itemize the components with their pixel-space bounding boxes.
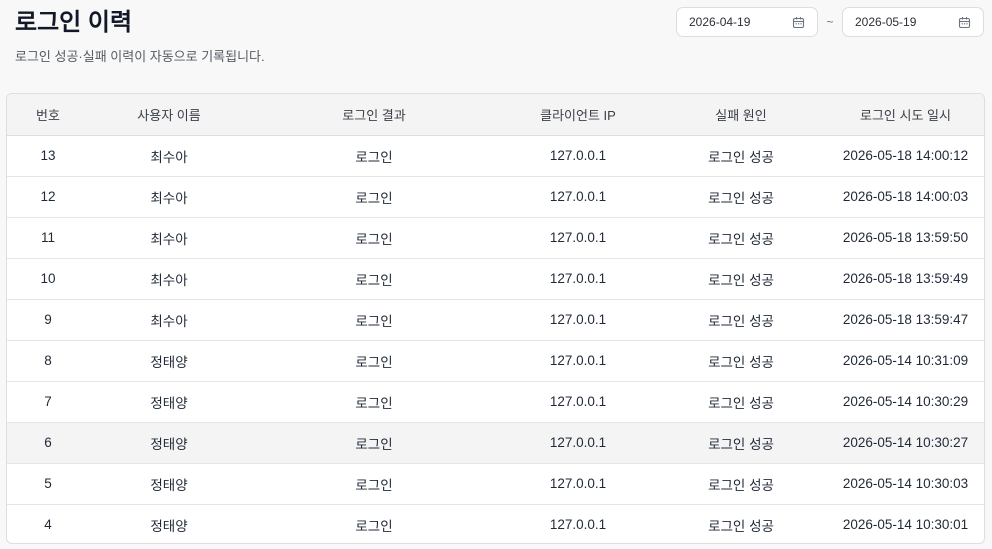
cell-login-result: 로그인 <box>249 257 499 299</box>
cell-failure-reason: 로그인 성공 <box>657 298 825 340</box>
cell-client-ip: 127.0.0.1 <box>499 339 657 381</box>
table-row[interactable]: 8 정태양 로그인 127.0.0.1 로그인 성공 2026-05-14 10… <box>7 339 984 381</box>
table-header: 번호 사용자 이름 로그인 결과 클라이언트 IP 실패 원인 로그인 시도 일… <box>7 94 984 136</box>
end-date-input[interactable]: 2026-05-19 <box>842 7 984 37</box>
cell-client-ip: 127.0.0.1 <box>499 257 657 299</box>
cell-failure-reason: 로그인 성공 <box>657 257 825 299</box>
cell-user-name: 최수아 <box>89 175 249 217</box>
table-row[interactable]: 7 정태양 로그인 127.0.0.1 로그인 성공 2026-05-14 10… <box>7 380 984 422</box>
calendar-icon[interactable] <box>958 16 971 29</box>
cell-failure-reason: 로그인 성공 <box>657 462 825 504</box>
cell-number: 12 <box>7 175 89 217</box>
cell-login-time: 2026-05-18 13:59:49 <box>825 257 984 299</box>
cell-user-name: 정태양 <box>89 462 249 504</box>
cell-login-result: 로그인 <box>249 380 499 422</box>
login-history-table: 번호 사용자 이름 로그인 결과 클라이언트 IP 실패 원인 로그인 시도 일… <box>7 94 984 543</box>
column-header-failure-reason[interactable]: 실패 원인 <box>657 94 825 136</box>
cell-number: 9 <box>7 298 89 340</box>
cell-login-result: 로그인 <box>249 216 499 258</box>
column-header-client-ip[interactable]: 클라이언트 IP <box>499 94 657 136</box>
cell-number: 6 <box>7 421 89 463</box>
cell-client-ip: 127.0.0.1 <box>499 175 657 217</box>
login-history-page: 로그인 이력 로그인 성공·실패 이력이 자동으로 기록됩니다. 2026-04… <box>0 0 992 549</box>
table-row[interactable]: 11 최수아 로그인 127.0.0.1 로그인 성공 2026-05-18 1… <box>7 216 984 258</box>
start-date-input[interactable]: 2026-04-19 <box>676 7 818 37</box>
login-history-table-card: 번호 사용자 이름 로그인 결과 클라이언트 IP 실패 원인 로그인 시도 일… <box>6 93 985 544</box>
cell-failure-reason: 로그인 성공 <box>657 175 825 217</box>
cell-login-time: 2026-05-18 14:00:03 <box>825 175 984 217</box>
cell-client-ip: 127.0.0.1 <box>499 380 657 422</box>
cell-number: 5 <box>7 462 89 504</box>
cell-login-time: 2026-05-14 10:31:09 <box>825 339 984 381</box>
cell-user-name: 정태양 <box>89 380 249 422</box>
cell-client-ip: 127.0.0.1 <box>499 421 657 463</box>
cell-failure-reason: 로그인 성공 <box>657 503 825 543</box>
table-row[interactable]: 12 최수아 로그인 127.0.0.1 로그인 성공 2026-05-18 1… <box>7 175 984 217</box>
cell-failure-reason: 로그인 성공 <box>708 149 774 165</box>
table-row[interactable]: 9 최수아 로그인 127.0.0.1 로그인 성공 2026-05-18 13… <box>7 298 984 340</box>
column-header-user-name[interactable]: 사용자 이름 <box>89 94 249 136</box>
cell-login-result: 로그인 <box>249 339 499 381</box>
cell-number: 10 <box>7 257 89 299</box>
cell-number: 8 <box>7 339 89 381</box>
table-row[interactable]: 10 최수아 로그인 127.0.0.1 로그인 성공 2026-05-18 1… <box>7 257 984 299</box>
date-range-filter: 2026-04-19 ~ 2026-05-19 <box>676 7 984 37</box>
cell-number: 7 <box>7 380 89 422</box>
table-header-row: 번호 사용자 이름 로그인 결과 클라이언트 IP 실패 원인 로그인 시도 일… <box>7 94 984 136</box>
cell-failure-reason: 로그인 성공 <box>657 380 825 422</box>
cell-login-time: 2026-05-14 10:30:27 <box>825 421 984 463</box>
cell-login-time: 2026-05-14 10:30:03 <box>825 462 984 504</box>
cell-client-ip: 127.0.0.1 <box>549 148 607 163</box>
cell-user-name: 최수아 <box>89 257 249 299</box>
calendar-icon[interactable] <box>792 16 805 29</box>
table-row[interactable]: 4 정태양 로그인 127.0.0.1 로그인 성공 2026-05-14 10… <box>7 503 984 543</box>
cell-user-name: 최수아 <box>150 149 188 165</box>
cell-number: 13 <box>40 148 56 163</box>
cell-client-ip: 127.0.0.1 <box>499 216 657 258</box>
start-date-value: 2026-04-19 <box>689 15 751 29</box>
table-body: 13 최수아 로그인 127.0.0.1 로그인 성공 2026-05-18 1… <box>7 135 984 543</box>
cell-login-time: 2026-05-14 10:30:01 <box>825 503 984 543</box>
column-header-login-time[interactable]: 로그인 시도 일시 <box>825 94 984 136</box>
cell-failure-reason: 로그인 성공 <box>657 216 825 258</box>
cell-user-name: 정태양 <box>89 503 249 543</box>
cell-login-result: 로그인 <box>249 298 499 340</box>
cell-number: 11 <box>7 216 89 258</box>
cell-login-time: 2026-05-18 14:00:12 <box>842 148 969 163</box>
end-date-value: 2026-05-19 <box>855 15 917 29</box>
table-row[interactable]: 6 정태양 로그인 127.0.0.1 로그인 성공 2026-05-14 10… <box>7 421 984 463</box>
cell-user-name: 정태양 <box>89 339 249 381</box>
cell-user-name: 최수아 <box>89 298 249 340</box>
cell-user-name: 최수아 <box>89 216 249 258</box>
page-title: 로그인 이력 <box>15 9 133 36</box>
cell-failure-reason: 로그인 성공 <box>657 421 825 463</box>
cell-login-result: 로그인 <box>249 175 499 217</box>
cell-login-result: 로그인 <box>249 421 499 463</box>
date-range-separator: ~ <box>826 15 834 29</box>
cell-login-time: 2026-05-18 13:59:50 <box>825 216 984 258</box>
cell-client-ip: 127.0.0.1 <box>499 503 657 543</box>
cell-user-name: 정태양 <box>89 421 249 463</box>
page-subtitle: 로그인 성공·실패 이력이 자동으로 기록됩니다. <box>15 49 265 64</box>
cell-login-result: 로그인 <box>249 462 499 504</box>
column-header-login-result[interactable]: 로그인 결과 <box>249 94 499 136</box>
cell-login-time: 2026-05-18 13:59:47 <box>825 298 984 340</box>
cell-login-result: 로그인 <box>355 149 393 165</box>
cell-client-ip: 127.0.0.1 <box>499 298 657 340</box>
cell-failure-reason: 로그인 성공 <box>657 339 825 381</box>
cell-login-time: 2026-05-14 10:30:29 <box>825 380 984 422</box>
cell-login-result: 로그인 <box>249 503 499 543</box>
table-row[interactable]: 5 정태양 로그인 127.0.0.1 로그인 성공 2026-05-14 10… <box>7 462 984 504</box>
column-header-number[interactable]: 번호 <box>7 94 89 136</box>
cell-number: 4 <box>7 503 89 543</box>
cell-client-ip: 127.0.0.1 <box>499 462 657 504</box>
table-row[interactable]: 13 최수아 로그인 127.0.0.1 로그인 성공 2026-05-18 1… <box>7 135 984 176</box>
